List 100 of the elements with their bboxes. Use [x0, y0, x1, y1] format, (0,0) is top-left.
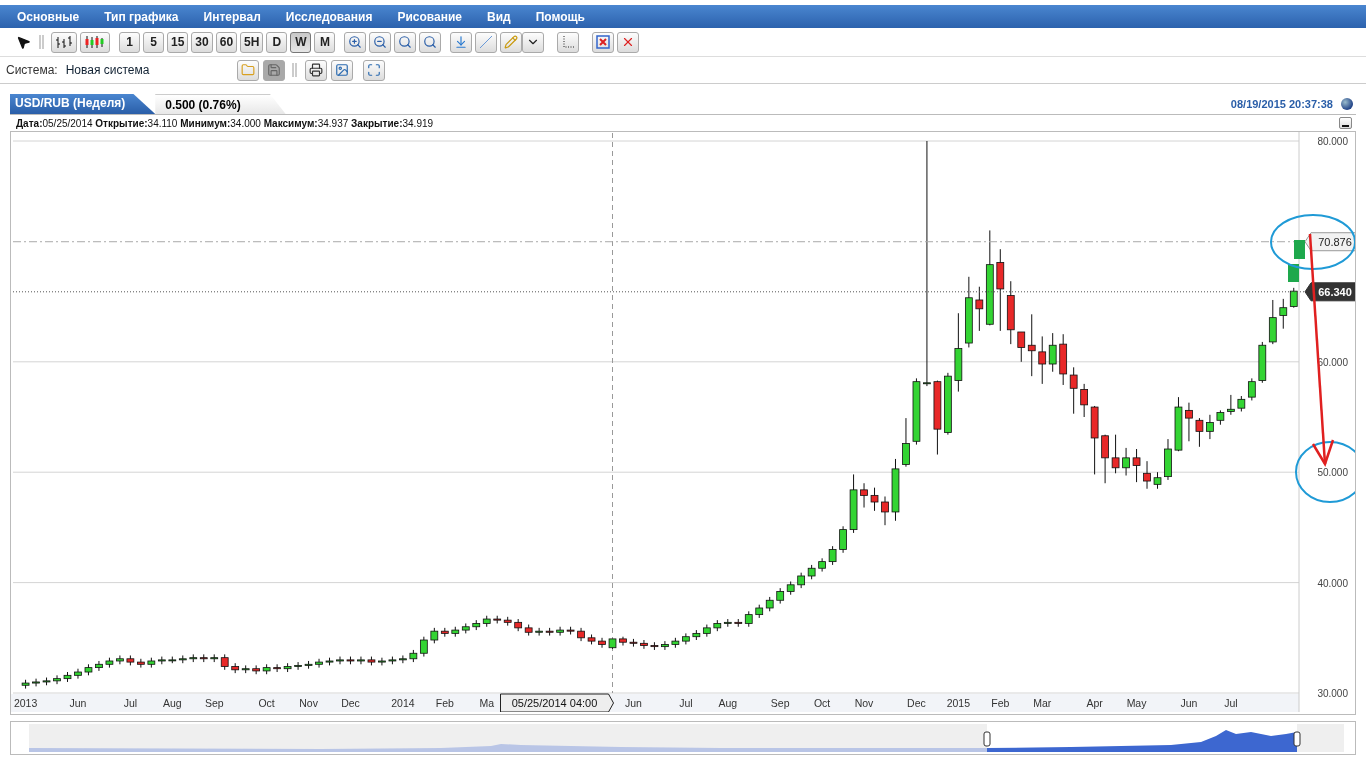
minimize-button[interactable] [1339, 117, 1352, 129]
candle [629, 638, 638, 648]
candle [556, 626, 564, 637]
interval-button[interactable]: 5H [240, 31, 264, 53]
axis-label: Feb [991, 697, 1010, 709]
candle [514, 618, 523, 632]
minus-icon [1342, 125, 1349, 128]
candle [378, 657, 386, 666]
menu-item[interactable]: Основные [17, 9, 80, 24]
candle [965, 276, 973, 348]
delete-selected-button[interactable] [592, 31, 615, 53]
timestamp: 08/19/2015 20:37:38 [1230, 98, 1333, 110]
candle [105, 657, 114, 669]
ellipse-mark [1295, 441, 1355, 503]
candle [1258, 341, 1267, 384]
bar-chart-button[interactable] [51, 31, 77, 53]
candle [1185, 402, 1193, 442]
candle [493, 615, 502, 624]
interval-button[interactable]: 15 [167, 31, 189, 53]
candle [199, 653, 208, 663]
candle [849, 473, 858, 534]
candle [608, 638, 617, 650]
interval-button[interactable]: D [266, 31, 288, 53]
candle [619, 636, 627, 647]
candle [420, 636, 428, 658]
fullscreen-button[interactable] [363, 59, 386, 81]
candle [828, 545, 837, 566]
separator-icon [292, 63, 299, 77]
menu-item[interactable]: Вид [486, 9, 511, 24]
candle [241, 664, 250, 674]
search-icon [398, 35, 413, 49]
candle [21, 679, 30, 690]
candle [692, 629, 701, 641]
menu-item[interactable]: Интервал [203, 9, 261, 24]
interval-button[interactable]: W [290, 31, 312, 53]
candle [818, 557, 826, 573]
candle [839, 525, 847, 554]
chart-tab[interactable]: USD/RUB (Неделя) [10, 94, 156, 114]
axis-label: Nov [299, 697, 318, 709]
candle [765, 596, 774, 612]
candle [1038, 335, 1047, 385]
horizontal-line-button[interactable] [450, 31, 473, 53]
candle [346, 656, 355, 665]
dropdown-button[interactable] [522, 31, 545, 53]
candle [860, 482, 868, 509]
zoom-in-button[interactable] [344, 31, 367, 53]
price-tag: 66.340 [1304, 282, 1355, 302]
print-button[interactable] [305, 59, 328, 81]
candle [388, 656, 397, 665]
candle [357, 656, 365, 665]
interval-button[interactable]: 1 [119, 31, 140, 53]
separator-icon [39, 35, 45, 49]
candle [409, 649, 418, 663]
candle [74, 668, 82, 680]
candlestick-button[interactable] [80, 31, 110, 53]
candle [545, 627, 554, 637]
candle [1268, 299, 1277, 345]
candle [912, 377, 921, 446]
menu-item[interactable]: Исследования [285, 9, 373, 24]
candle [32, 678, 40, 687]
close-button[interactable] [617, 31, 640, 53]
candle [755, 604, 764, 619]
candle [157, 656, 166, 665]
delete-icon [596, 35, 611, 49]
save-button[interactable] [263, 59, 286, 81]
zoom-fit-button[interactable] [394, 31, 417, 53]
candle [1080, 383, 1088, 418]
axis-label: Jun [1180, 697, 1198, 709]
axis-label: Apr [1086, 697, 1103, 709]
image-button[interactable] [331, 59, 354, 81]
zoom-reset-button[interactable] [419, 31, 442, 53]
candle [1122, 447, 1130, 476]
axis-label: 40.000 [1317, 577, 1348, 589]
menu-item[interactable]: Тип графика [104, 9, 179, 24]
menu-item[interactable]: Рисование [397, 9, 462, 24]
pencil-button[interactable] [500, 31, 523, 53]
candle [63, 671, 72, 683]
candle [262, 663, 271, 675]
axis-label: 2013 [13, 697, 38, 709]
candle [84, 663, 93, 676]
axis-label: Jul [123, 697, 138, 709]
zoom-out-button[interactable] [369, 31, 392, 53]
menu-item[interactable]: Помощь [535, 9, 585, 24]
candle [1153, 471, 1162, 490]
interval-button[interactable]: 30 [191, 31, 213, 53]
trend-line-button[interactable] [475, 31, 498, 53]
candle [776, 587, 785, 605]
candle [1195, 417, 1204, 448]
axis-label: Jun [69, 697, 87, 709]
interval-button[interactable]: 60 [215, 31, 238, 53]
pointer-icon[interactable] [16, 34, 31, 50]
fullscreen-icon [367, 63, 382, 77]
candle [1048, 332, 1057, 373]
ref-line-label: 66.340 [1318, 285, 1352, 298]
price-tag: 70.876 [1304, 232, 1355, 252]
axis-label: Feb [435, 697, 454, 709]
interval-button[interactable]: 5 [143, 31, 164, 53]
candle [1069, 366, 1078, 415]
interval-button[interactable]: M [314, 31, 336, 53]
axis-label: 2014 [391, 697, 415, 709]
